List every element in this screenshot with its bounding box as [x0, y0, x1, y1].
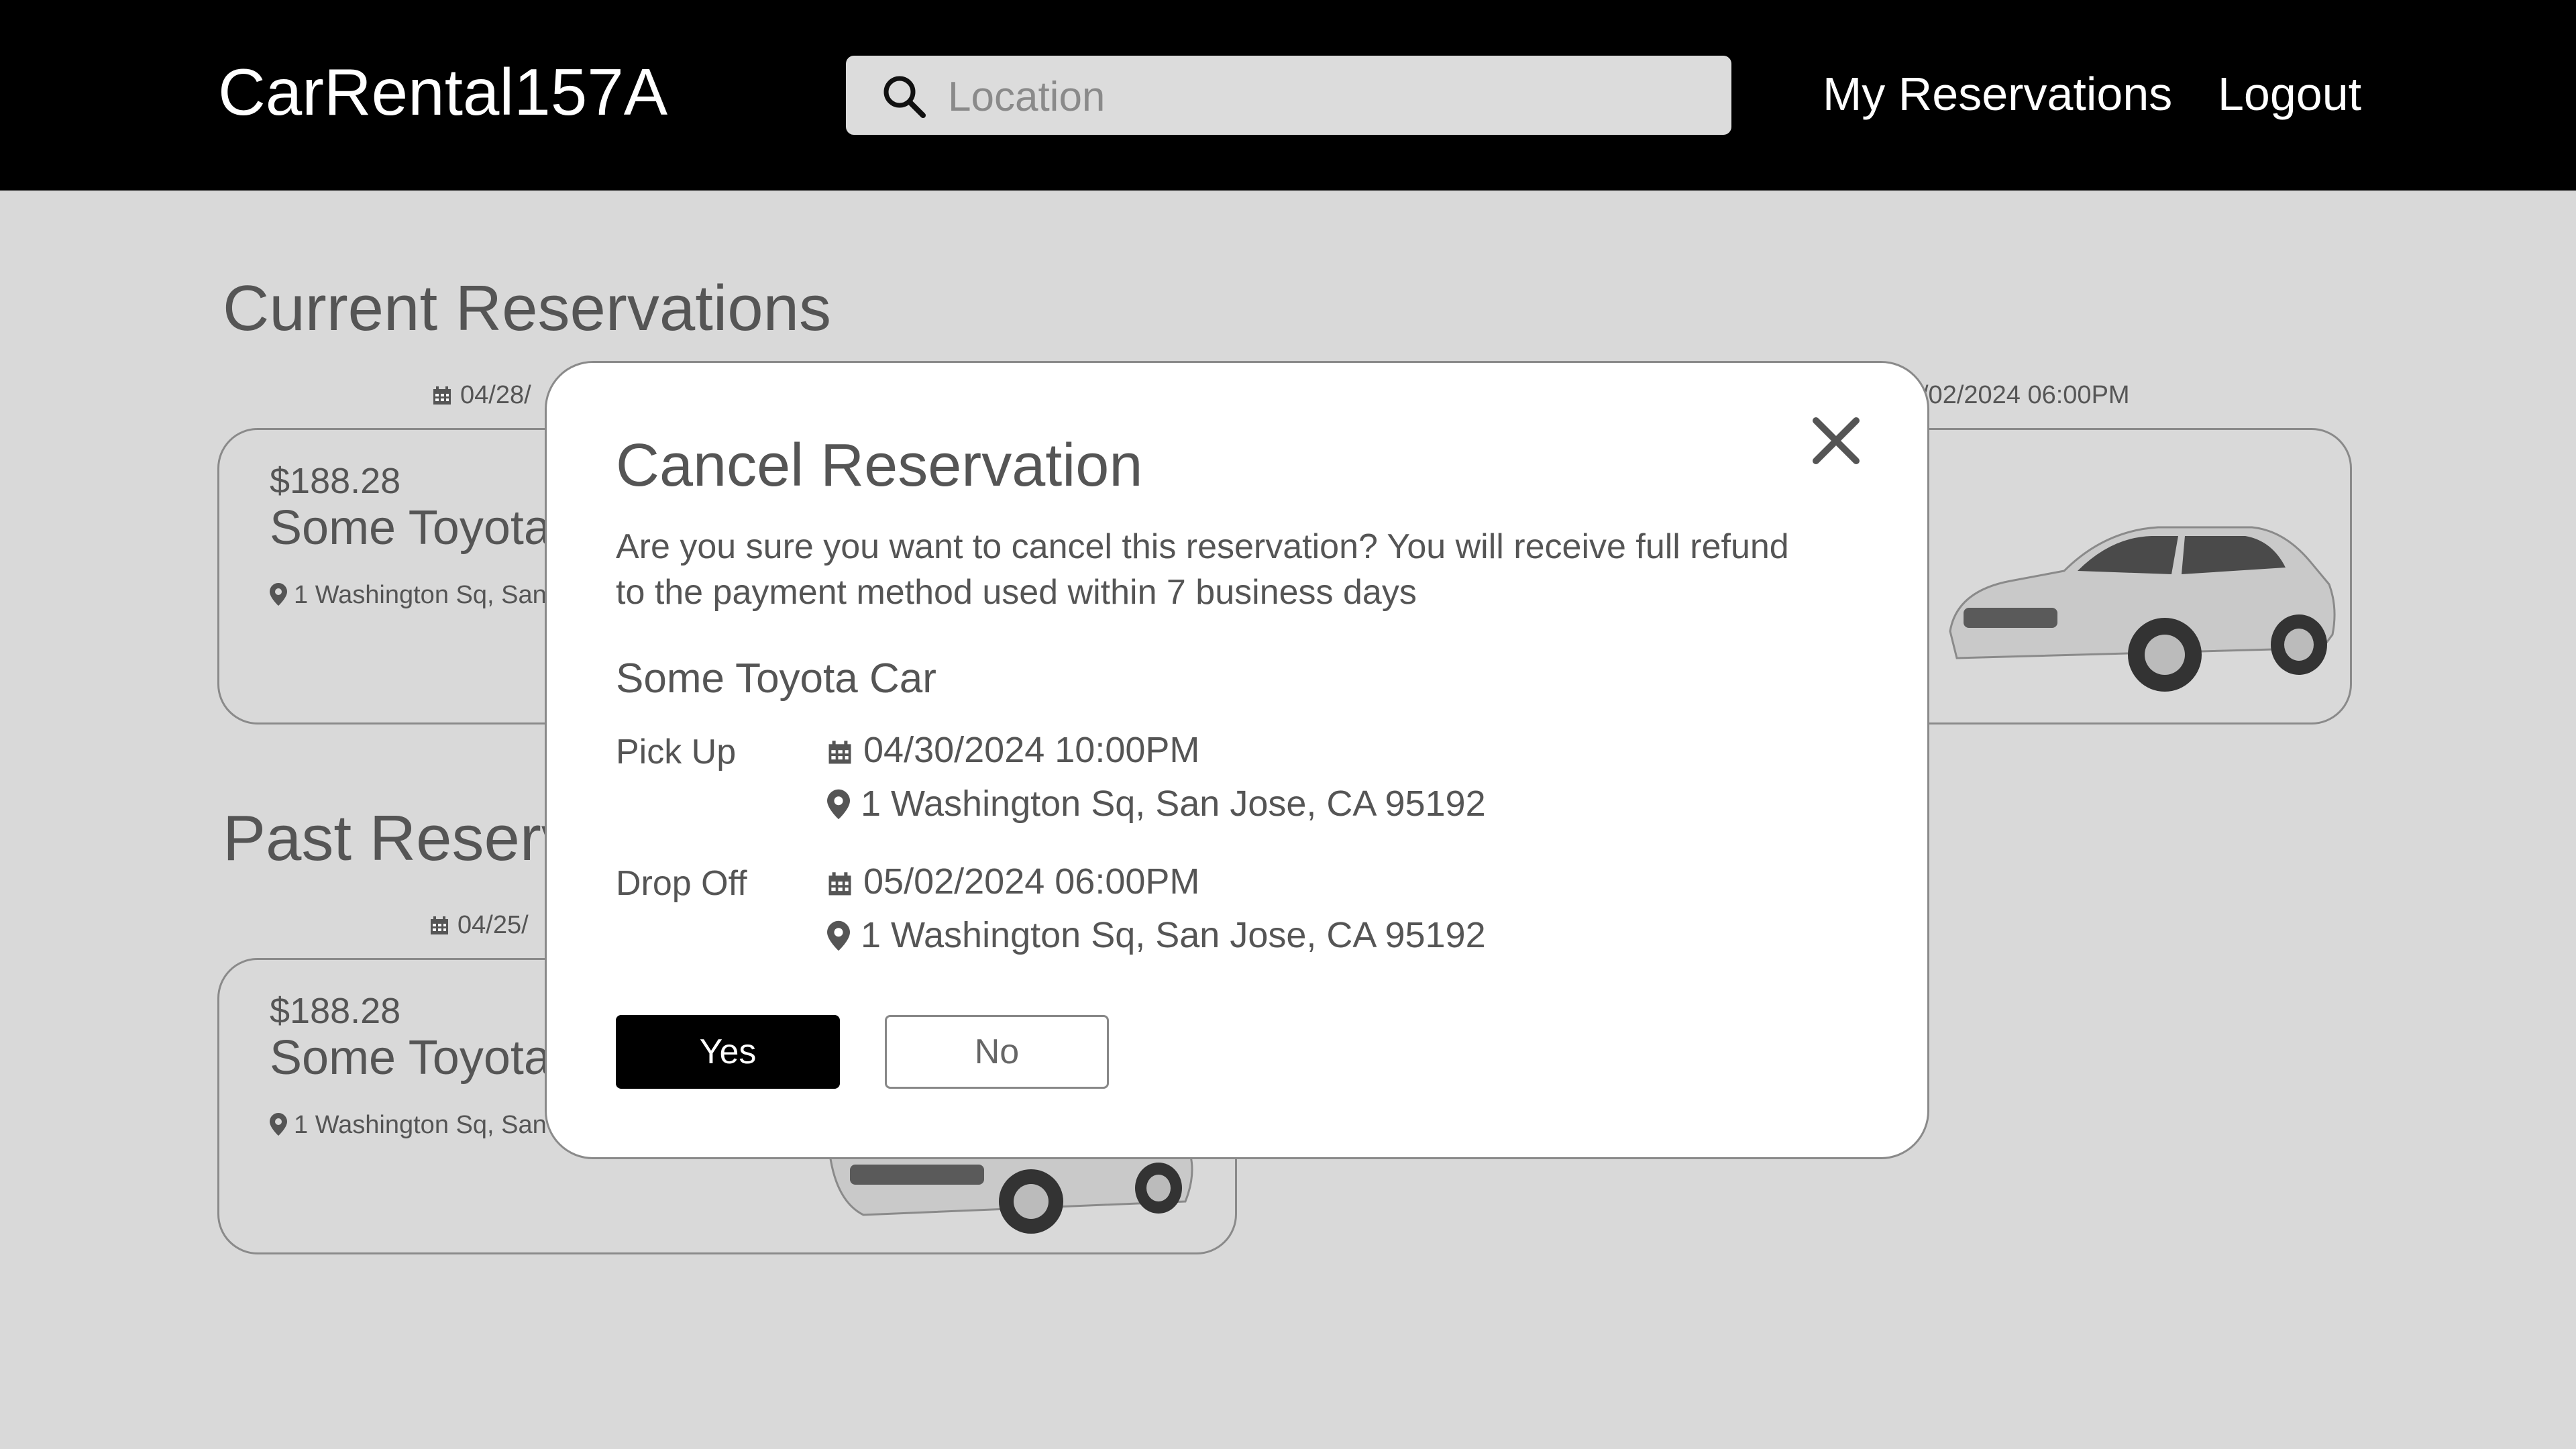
- dialog-car-name: Some Toyota Car: [616, 655, 936, 702]
- reservation-car-name: Some Toyota: [270, 1031, 551, 1085]
- dropoff-label: Drop Off: [616, 864, 747, 903]
- search-icon: [883, 76, 926, 118]
- location-search[interactable]: [846, 56, 1731, 135]
- confirm-cancel-button[interactable]: Yes: [616, 1015, 840, 1089]
- reservation-location: 1 Washington Sq, San J: [270, 1111, 566, 1140]
- dialog-message: Are you sure you want to cancel this res…: [616, 527, 1789, 612]
- dropoff-datetime: 05/02/2024 06:00PM: [827, 861, 1199, 902]
- current-date-left: 04/28/: [432, 381, 531, 410]
- pickup-location: 1 Washington Sq, San Jose, CA 95192: [827, 783, 1486, 824]
- pickup-date-text: 04/28/: [460, 381, 531, 409]
- dropoff-datetime-text: 05/02/2024 06:00PM: [863, 861, 1200, 902]
- calendar-icon: [431, 916, 448, 934]
- reservation-car-name: Some Toyota: [270, 501, 551, 555]
- close-icon[interactable]: [1809, 414, 1863, 468]
- pickup-datetime: 04/30/2024 10:00PM: [827, 729, 1199, 771]
- pickup-location-text: 1 Washington Sq, San Jose, CA 95192: [861, 784, 1486, 824]
- location-pin-icon: [827, 789, 850, 820]
- dialog-title: Cancel Reservation: [616, 432, 1143, 499]
- current-date-right: /02/2024 06:00PM: [1921, 381, 2130, 409]
- calendar-icon: [828, 872, 851, 896]
- car-image: [1949, 526, 2336, 692]
- reservation-price: $188.28: [270, 991, 401, 1031]
- nav-my-reservations[interactable]: My Reservations: [1823, 70, 2172, 117]
- location-text: 1 Washington Sq, San J: [294, 581, 567, 609]
- reservation-location: 1 Washington Sq, San J: [270, 581, 566, 610]
- pickup-label: Pick Up: [616, 733, 737, 771]
- brand-logo[interactable]: CarRental157A: [218, 59, 667, 125]
- pickup-datetime-text: 04/30/2024 10:00PM: [863, 730, 1200, 770]
- past-date-left: 04/25/: [429, 911, 529, 940]
- reservation-price: $188.28: [270, 461, 401, 501]
- location-text: 1 Washington Sq, San J: [294, 1111, 567, 1139]
- top-navbar: CarRental157A My Reservations Logout: [0, 0, 2576, 191]
- past-reservations-heading: Past Reserv: [223, 802, 574, 874]
- dropoff-location: 1 Washington Sq, San Jose, CA 95192: [827, 914, 1486, 956]
- nav-logout[interactable]: Logout: [2218, 70, 2361, 117]
- pickup-date-text: 04/25/: [458, 911, 529, 939]
- location-pin-icon: [827, 920, 850, 951]
- search-input[interactable]: [947, 69, 1707, 124]
- dropoff-location-text: 1 Washington Sq, San Jose, CA 95192: [861, 915, 1486, 955]
- current-reservations-heading: Current Reservations: [223, 272, 832, 344]
- calendar-icon: [433, 386, 451, 405]
- dismiss-button[interactable]: No: [885, 1015, 1109, 1089]
- location-pin-icon: [270, 583, 287, 606]
- location-pin-icon: [270, 1113, 287, 1136]
- calendar-icon: [828, 741, 851, 764]
- cancel-reservation-dialog: Cancel Reservation Are you sure you want…: [545, 361, 1929, 1159]
